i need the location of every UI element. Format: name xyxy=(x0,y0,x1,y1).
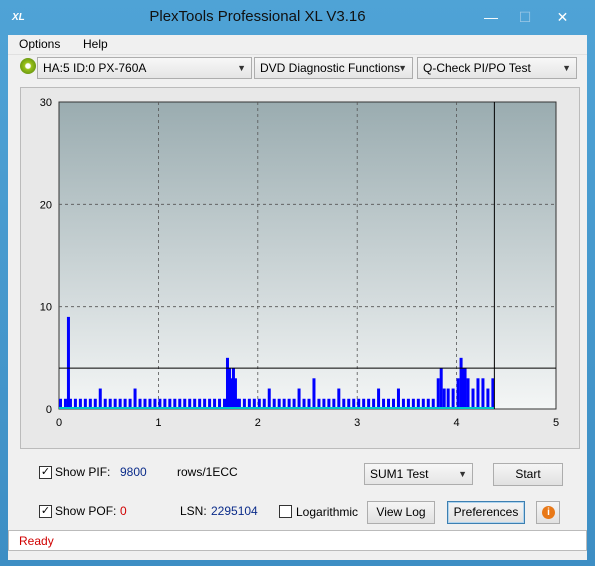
plot-background xyxy=(58,101,557,410)
x-tick-label: 2 xyxy=(255,417,261,429)
show-pif-label: Show PIF: xyxy=(55,465,111,479)
menu-bar: Options Help xyxy=(8,35,587,55)
info-button[interactable]: i xyxy=(536,501,560,524)
sum-test-select-value: SUM1 Test xyxy=(370,467,429,481)
bar xyxy=(481,378,485,409)
bar xyxy=(312,378,316,409)
y-tick-label: 0 xyxy=(46,404,52,416)
main-window: XL PlexTools Professional XL V3.16 — ☐ ✕… xyxy=(0,0,595,566)
bar xyxy=(267,388,271,409)
bar xyxy=(337,388,341,409)
bar xyxy=(486,388,490,409)
function-select[interactable]: DVD Diagnostic Functions ▼ xyxy=(254,57,413,79)
info-icon: i xyxy=(542,506,555,519)
pif-value: 9800 xyxy=(120,465,147,479)
chevron-down-icon: ▼ xyxy=(458,469,467,479)
bar xyxy=(456,378,460,409)
title-bar[interactable]: XL PlexTools Professional XL V3.16 — ☐ ✕ xyxy=(0,0,595,36)
preferences-button[interactable]: Preferences xyxy=(447,501,525,524)
minimize-button[interactable]: — xyxy=(474,6,508,28)
x-tick-label: 3 xyxy=(354,417,360,429)
x-tick-label: 1 xyxy=(155,417,161,429)
chevron-down-icon: ▼ xyxy=(237,63,246,73)
bar xyxy=(442,388,446,409)
bar xyxy=(297,388,301,409)
bar xyxy=(377,388,381,409)
toolbar: HA:5 ID:0 PX-760A ▼ DVD Diagnostic Funct… xyxy=(8,55,587,81)
bar xyxy=(451,388,455,409)
y-axis-ticks: 0 10 20 30 xyxy=(40,97,52,416)
logarithmic-checkbox[interactable] xyxy=(279,505,292,518)
window-title: PlexTools Professional XL V3.16 xyxy=(149,8,366,25)
x-tick-label: 0 xyxy=(56,417,62,429)
status-bar: Ready xyxy=(8,530,587,551)
bar xyxy=(66,316,70,409)
lsn-value: 2295104 xyxy=(211,504,258,518)
bar xyxy=(436,378,440,409)
sum-test-select[interactable]: SUM1 Test ▼ xyxy=(364,463,473,485)
chevron-down-icon: ▼ xyxy=(398,63,407,73)
function-select-value: DVD Diagnostic Functions xyxy=(260,61,401,75)
y-tick-label: 30 xyxy=(40,97,52,109)
lsn-label: LSN: xyxy=(180,504,207,518)
bar xyxy=(396,388,400,409)
maximize-button[interactable]: ☐ xyxy=(508,6,542,28)
bar xyxy=(471,388,475,409)
menu-help[interactable]: Help xyxy=(83,37,108,51)
bar xyxy=(439,368,443,409)
test-select-value: Q-Check PI/PO Test xyxy=(423,61,531,75)
main-panel: 0 1 2 3 4 5 0 10 20 30 ✓ Show PIF: 9800 rows/1EC… xyxy=(8,81,587,560)
pof-value: 0 xyxy=(120,504,127,518)
drive-select-value: HA:5 ID:0 PX-760A xyxy=(43,61,147,75)
x-tick-label: 5 xyxy=(553,417,559,429)
show-pof-checkbox[interactable]: ✓ xyxy=(39,505,52,518)
close-button[interactable]: ✕ xyxy=(540,6,585,28)
logarithmic-label: Logarithmic xyxy=(296,505,359,519)
view-log-button[interactable]: View Log xyxy=(367,501,435,524)
status-text: Ready xyxy=(19,534,54,548)
bar xyxy=(466,378,470,409)
show-pif-checkbox[interactable]: ✓ xyxy=(39,466,52,479)
x-axis-ticks: 0 1 2 3 4 5 xyxy=(56,417,559,429)
bar xyxy=(463,368,467,409)
drive-icon xyxy=(20,58,36,74)
bar xyxy=(476,378,480,409)
y-tick-label: 10 xyxy=(40,302,52,314)
show-pof-label: Show POF: xyxy=(55,504,117,518)
chart-area: 0 1 2 3 4 5 0 10 20 30 xyxy=(20,87,580,449)
pi-po-chart: 0 1 2 3 4 5 0 10 20 30 xyxy=(40,97,559,429)
test-select[interactable]: Q-Check PI/PO Test ▼ xyxy=(417,57,577,79)
x-tick-label: 4 xyxy=(454,417,460,429)
start-button[interactable]: Start xyxy=(493,463,563,486)
menu-options[interactable]: Options xyxy=(19,37,60,51)
bar xyxy=(98,388,102,409)
bar xyxy=(446,388,450,409)
bar xyxy=(133,388,137,409)
drive-select[interactable]: HA:5 ID:0 PX-760A ▼ xyxy=(37,57,252,79)
pif-unit: rows/1ECC xyxy=(177,465,238,479)
y-tick-label: 20 xyxy=(40,199,52,211)
chevron-down-icon: ▼ xyxy=(562,63,571,73)
